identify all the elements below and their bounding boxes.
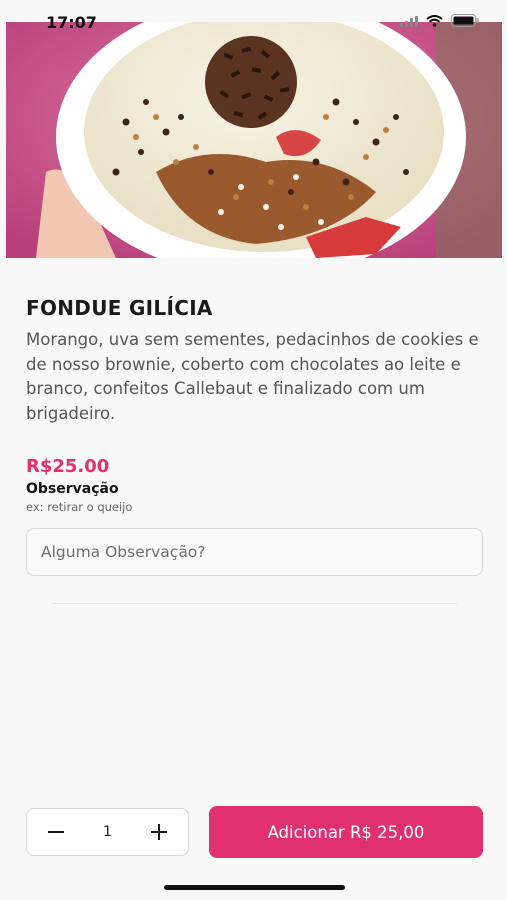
product-info: FONDUE GILÍCIA Morango, uva sem sementes… bbox=[26, 296, 486, 426]
minus-icon bbox=[48, 831, 64, 833]
status-bar: 17:07 bbox=[0, 0, 507, 44]
battery-icon bbox=[451, 14, 479, 32]
product-price: R$25.00 bbox=[26, 456, 110, 477]
signal-icon bbox=[400, 14, 418, 32]
observation-input[interactable] bbox=[26, 528, 483, 576]
increase-quantity-button[interactable] bbox=[148, 821, 170, 843]
divider bbox=[52, 603, 457, 604]
quantity-stepper: 1 bbox=[26, 808, 189, 856]
add-to-cart-button[interactable]: Adicionar R$ 25,00 bbox=[209, 806, 483, 858]
status-time: 17:07 bbox=[46, 13, 97, 32]
product-image bbox=[6, 22, 502, 258]
status-icons bbox=[400, 14, 479, 32]
plus-icon bbox=[150, 824, 167, 840]
quantity-value: 1 bbox=[103, 824, 112, 840]
observation-title: Observação bbox=[26, 481, 119, 497]
home-indicator bbox=[164, 885, 345, 890]
product-description: Morango, uva sem sementes, pedacinhos de… bbox=[26, 330, 479, 423]
observation-hint: ex: retirar o queijo bbox=[26, 500, 133, 514]
product-title: FONDUE GILÍCIA bbox=[26, 296, 213, 320]
decrease-quantity-button[interactable] bbox=[45, 821, 67, 843]
wifi-icon bbox=[426, 14, 443, 32]
